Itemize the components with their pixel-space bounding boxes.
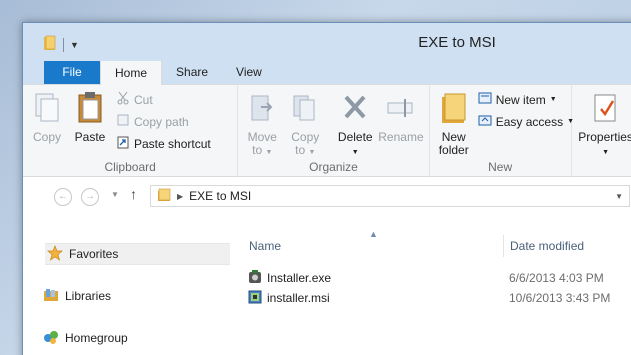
file-list-pane: ▲ Name Date modified Installer.exe 6/6/2… — [229, 215, 631, 355]
tab-file[interactable]: File — [44, 60, 100, 84]
properties-button[interactable]: Properties ▼ — [576, 91, 631, 159]
properties-icon — [591, 91, 621, 128]
nav-item-favorites[interactable]: Favorites — [45, 243, 230, 265]
back-button[interactable]: ← — [54, 188, 72, 206]
nav-item-homegroup[interactable]: Homegroup — [43, 327, 128, 349]
column-header-name[interactable]: Name — [249, 239, 281, 253]
tab-home[interactable]: Home — [100, 60, 163, 85]
organize-group-label: Organize — [309, 160, 358, 174]
delete-button[interactable]: Delete ▼ — [333, 91, 377, 159]
copy-path-button[interactable]: Copy path — [116, 113, 189, 130]
easy-access-icon — [478, 113, 492, 130]
folder-icon — [157, 188, 171, 205]
new-group-label: New — [488, 160, 513, 174]
clipboard-group-label: Clipboard — [104, 160, 156, 174]
up-arrow-icon[interactable]: ↑ — [130, 186, 137, 202]
tab-share[interactable]: Share — [162, 60, 222, 84]
content-area: Favorites Libraries Homegroup ▲ Name Dat… — [23, 215, 631, 355]
forward-arrow-icon: → — [85, 191, 95, 202]
ribbon-tabs: File Home Share View — [23, 60, 631, 85]
libraries-icon — [43, 287, 59, 306]
rename-icon — [385, 91, 415, 128]
recent-locations-dropdown-icon[interactable]: ▼ — [111, 190, 119, 199]
breadcrumb-current[interactable]: EXE to MSI — [189, 189, 251, 203]
new-item-icon — [478, 91, 492, 108]
file-name: Installer.exe — [267, 271, 332, 285]
scissors-icon — [116, 91, 130, 108]
column-separator[interactable] — [503, 235, 504, 257]
file-row[interactable]: Installer.exe 6/6/2013 4:03 PM — [247, 268, 604, 288]
easy-access-button[interactable]: Easy access ▼ — [478, 113, 574, 130]
new-group: New folder New item ▼ Easy access ▼ New — [430, 85, 574, 177]
address-dropdown-icon[interactable]: ▼ — [615, 192, 623, 201]
new-folder-button[interactable]: New folder — [432, 91, 476, 157]
msi-package-icon — [247, 289, 263, 308]
star-icon — [47, 244, 63, 264]
column-header-date-modified[interactable]: Date modified — [510, 239, 584, 253]
organize-group: Move to ▼ Copy to ▼ Delete ▼ Rename Orga… — [238, 85, 430, 177]
new-folder-icon — [439, 91, 469, 128]
delete-x-icon — [340, 91, 370, 128]
new-item-button[interactable]: New item ▼ — [478, 91, 557, 108]
explorer-window: ▼ EXE to MSI File Home Share View Copy P… — [22, 22, 631, 355]
paste-button[interactable]: Paste — [68, 91, 112, 144]
open-group: Properties ▼ — [572, 85, 631, 177]
copy-to-icon — [290, 91, 320, 128]
exe-installer-icon — [247, 269, 263, 288]
file-row[interactable]: installer.msi 10/6/2013 3:43 PM — [247, 288, 610, 308]
cut-button[interactable]: Cut — [116, 91, 153, 108]
new-item-dropdown-icon: ▼ — [549, 96, 557, 103]
address-path-field[interactable]: ▶ EXE to MSI ▼ — [150, 185, 630, 207]
move-to-button[interactable]: Move to ▼ — [240, 91, 284, 159]
nav-item-libraries[interactable]: Libraries — [43, 285, 111, 307]
copy-icon — [32, 91, 62, 128]
paste-shortcut-icon — [116, 135, 130, 152]
paste-shortcut-button[interactable]: Paste shortcut — [116, 135, 211, 152]
copy-button[interactable]: Copy — [25, 91, 69, 144]
breadcrumb-chevron-icon[interactable]: ▶ — [177, 192, 183, 201]
tab-view[interactable]: View — [222, 60, 276, 84]
clipboard-group: Copy Paste Cut Copy path Paste shortcut … — [23, 85, 239, 177]
file-date: 10/6/2013 3:43 PM — [509, 291, 611, 305]
navigation-pane: Favorites Libraries Homegroup — [23, 215, 230, 355]
rename-button[interactable]: Rename — [378, 91, 424, 144]
window-title: EXE to MSI — [418, 34, 496, 51]
back-arrow-icon: ← — [58, 191, 68, 202]
homegroup-icon — [43, 329, 59, 348]
move-to-icon — [247, 91, 277, 128]
title-bar: ▼ EXE to MSI — [23, 23, 631, 61]
paste-icon — [75, 91, 105, 128]
file-date: 6/6/2013 4:03 PM — [509, 271, 604, 285]
file-name: installer.msi — [267, 291, 330, 305]
copy-to-button[interactable]: Copy to ▼ — [283, 91, 327, 159]
address-bar: ← → ▼ ↑ ▶ EXE to MSI ▼ — [23, 177, 631, 215]
ribbon: Copy Paste Cut Copy path Paste shortcut … — [23, 85, 631, 177]
copy-path-icon — [116, 113, 130, 130]
sort-ascending-icon: ▲ — [369, 229, 378, 239]
forward-button[interactable]: → — [81, 188, 99, 206]
